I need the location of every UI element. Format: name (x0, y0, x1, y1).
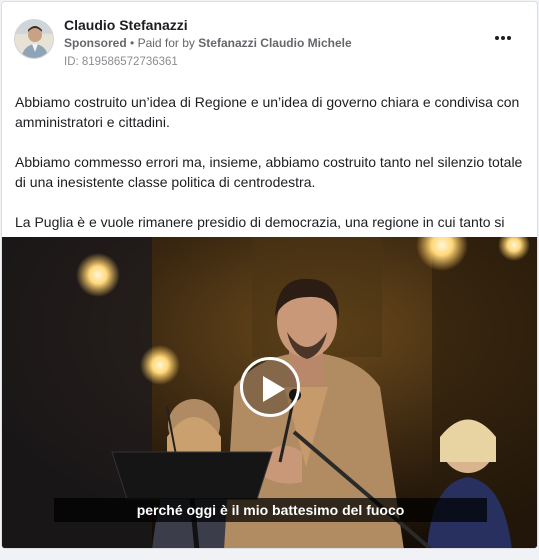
video-player[interactable]: perché oggi è il mio battesimo del fuoco (2, 237, 537, 548)
meta-separator: • (130, 36, 135, 50)
author-name[interactable]: Claudio Stefanazzi (64, 17, 188, 33)
more-options-button[interactable] (491, 28, 515, 48)
paid-for-label: Paid for by (137, 36, 195, 50)
more-horizontal-icon (495, 36, 511, 40)
play-icon (263, 376, 285, 402)
payer-name[interactable]: Stefanazzi Claudio Michele (198, 36, 351, 50)
avatar[interactable] (14, 19, 54, 59)
ad-id: ID: 819586572736361 (64, 56, 178, 68)
post-header: Claudio Stefanazzi Sponsored • Paid for … (14, 14, 525, 72)
video-subtitle: perché oggi è il mio battesimo del fuoco (54, 498, 487, 522)
avatar-photo (15, 20, 53, 58)
play-button[interactable] (240, 357, 300, 417)
sponsored-label: Sponsored (64, 36, 127, 50)
paragraph: Abbiamo costruito un’idea di Regione e u… (15, 94, 520, 130)
ad-card: Claudio Stefanazzi Sponsored • Paid for … (1, 1, 538, 549)
paragraph: Abbiamo commesso errori ma, insieme, abb… (15, 154, 523, 190)
sponsored-line: Sponsored • Paid for by Stefanazzi Claud… (64, 36, 352, 50)
